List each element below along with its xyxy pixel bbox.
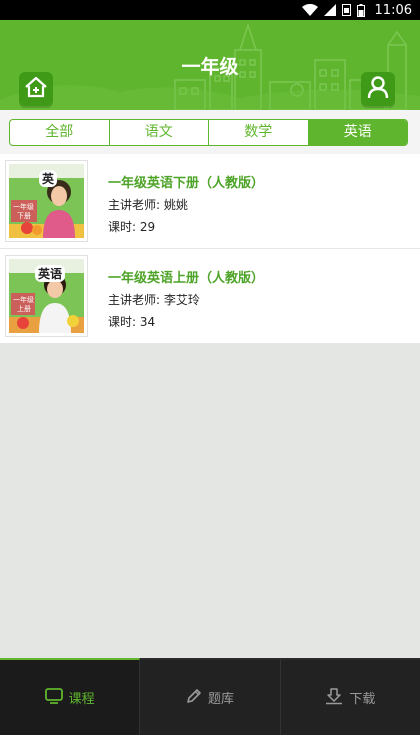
course-hours: 课时: 34 xyxy=(108,315,156,329)
user-button[interactable] xyxy=(361,72,395,106)
nav-downloads-label: 下载 xyxy=(349,692,376,707)
cover-volume-text: 上册 xyxy=(17,305,31,313)
course-title: 一年级英语下册（人教版） xyxy=(108,176,265,191)
course-cover: 英 一年级 下册 xyxy=(5,160,88,242)
course-list: 英 一年级 下册 一年级英语下册（人教版） 主讲老师: 姚姚 课时: 29 英语… xyxy=(0,154,420,344)
course-teacher: 主讲老师: 姚姚 xyxy=(108,198,188,212)
monitor-icon xyxy=(44,687,63,708)
tab-english[interactable]: 英语 xyxy=(308,120,407,145)
cover-title-text: 英语 xyxy=(35,265,66,282)
nav-question-bank-label: 题库 xyxy=(207,692,234,707)
sim-icon xyxy=(341,4,351,16)
cover-title-text: 英 xyxy=(39,170,58,187)
home-icon xyxy=(24,76,48,102)
course-item[interactable]: 英语 一年级 上册 一年级英语上册（人教版） 主讲老师: 李艾玲 课时: 34 xyxy=(0,249,420,344)
course-item[interactable]: 英 一年级 下册 一年级英语下册（人教版） 主讲老师: 姚姚 课时: 29 xyxy=(0,154,420,249)
tab-all[interactable]: 全部 xyxy=(10,120,110,145)
wifi-icon xyxy=(301,4,318,16)
signal-icon xyxy=(323,4,336,16)
course-teacher: 主讲老师: 李艾玲 xyxy=(108,293,200,307)
app-header: 一年级 xyxy=(0,20,420,110)
battery-icon xyxy=(356,3,365,17)
course-hours: 课时: 29 xyxy=(108,220,156,234)
bottom-nav: 课程 题库 下载 xyxy=(0,658,420,735)
nav-courses-label: 课程 xyxy=(68,692,95,707)
home-button[interactable] xyxy=(19,72,53,106)
status-bar: 11:06 xyxy=(0,0,420,20)
nav-courses[interactable]: 课程 xyxy=(0,658,141,735)
user-icon xyxy=(367,75,389,103)
nav-downloads[interactable]: 下载 xyxy=(280,658,420,735)
nav-question-bank[interactable]: 题库 xyxy=(140,658,281,735)
page-title: 一年级 xyxy=(181,56,239,78)
course-title: 一年级英语上册（人教版） xyxy=(108,271,265,286)
pencil-icon xyxy=(186,688,202,708)
course-cover: 英语 一年级 上册 xyxy=(5,255,88,337)
cover-volume-text: 下册 xyxy=(17,212,31,220)
subject-tabs: 全部 语文 数学 英语 xyxy=(9,119,408,146)
tab-math[interactable]: 数学 xyxy=(209,120,309,145)
download-icon xyxy=(325,687,343,709)
tab-chinese[interactable]: 语文 xyxy=(110,120,209,145)
status-time: 11:06 xyxy=(374,2,412,18)
subject-tabs-bar: 全部 语文 数学 英语 xyxy=(0,110,420,154)
